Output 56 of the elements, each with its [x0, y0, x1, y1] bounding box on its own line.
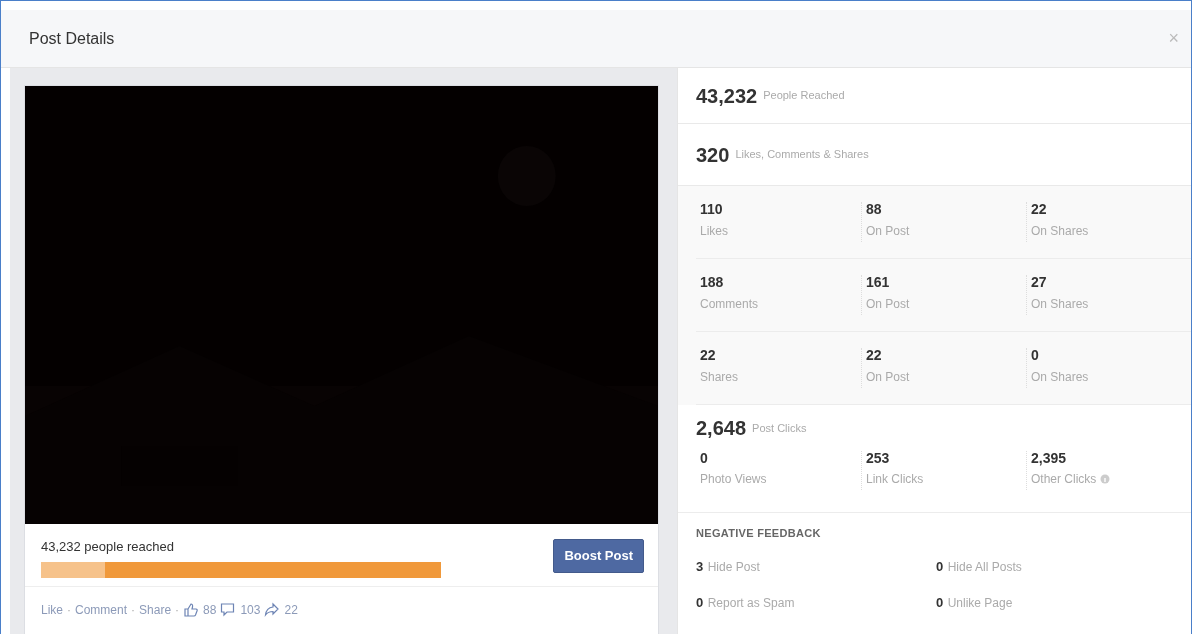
stat-value: 22	[866, 348, 883, 364]
stat-value: 253	[866, 451, 891, 467]
dialog-title: Post Details	[29, 28, 115, 49]
stat-label: People Reached	[763, 88, 845, 104]
stat-label: Likes, Comments & Shares	[735, 147, 869, 163]
stat-value: 0	[1031, 348, 1040, 364]
section-heading: NEGATIVE FEEDBACK	[696, 526, 822, 541]
close-button[interactable]: ×	[1168, 25, 1179, 52]
stat-label: On Post	[866, 368, 910, 386]
stat-value: 22	[700, 348, 717, 364]
feedback-count: 0	[936, 594, 944, 610]
feedback-count: 0	[696, 594, 704, 610]
stat-label: Shares	[700, 368, 739, 386]
stat-label: Post Clicks	[752, 420, 807, 436]
count-text: 88	[203, 602, 217, 619]
separator-dot: ·	[175, 602, 180, 619]
count-text: 103	[240, 602, 261, 619]
speech-bubble-icon	[220, 602, 237, 618]
stat-value: 0	[700, 451, 709, 467]
share-arrow-icon	[264, 602, 281, 618]
feedback-count: 0	[936, 558, 944, 574]
stat-value: 320	[696, 142, 730, 168]
stat-label: On Post	[866, 295, 910, 313]
stat-value: 161	[866, 275, 891, 291]
stat-label: Comments	[700, 295, 758, 313]
stat-value: 2,395	[1031, 451, 1068, 467]
stat-label: Other Clicks	[1031, 471, 1097, 489]
stat-value: 110	[700, 202, 724, 218]
stat-value: 22	[1031, 202, 1048, 218]
stat-label: On Shares	[1031, 368, 1089, 386]
reach-text: 43,232 people reached	[41, 538, 174, 556]
stat-value: 88	[866, 202, 883, 218]
stat-label: On Post	[866, 222, 910, 240]
action-link[interactable]: Like	[41, 601, 63, 619]
feedback-label: Report as Spam	[707, 595, 795, 610]
feedback-label: Unlike Page	[947, 595, 1013, 610]
action-link[interactable]: Comment	[75, 601, 128, 619]
stat-label: Photo Views	[700, 471, 767, 489]
separator-dot: ·	[131, 602, 136, 619]
action-link[interactable]: Share	[139, 601, 172, 619]
stat-label: On Shares	[1031, 295, 1089, 313]
feedback-label: Hide All Posts	[947, 559, 1022, 574]
stat-value: 43,232	[696, 83, 758, 109]
separator-dot: ·	[67, 602, 71, 619]
boost-post-button[interactable]: Boost Post	[553, 539, 644, 573]
thumbs-up-icon	[183, 602, 200, 618]
stat-label: Link Clicks	[866, 471, 924, 489]
count-text: 22	[284, 602, 298, 619]
stat-value: 27	[1031, 275, 1048, 291]
info-icon[interactable]	[1100, 474, 1111, 485]
stat-label: Likes	[700, 222, 728, 240]
feedback-count: 3	[696, 558, 704, 574]
stat-value: 2,648	[696, 416, 747, 441]
stat-value: 188	[700, 275, 725, 291]
feedback-label: Hide Post	[707, 559, 760, 574]
stat-label: On Shares	[1031, 222, 1089, 240]
